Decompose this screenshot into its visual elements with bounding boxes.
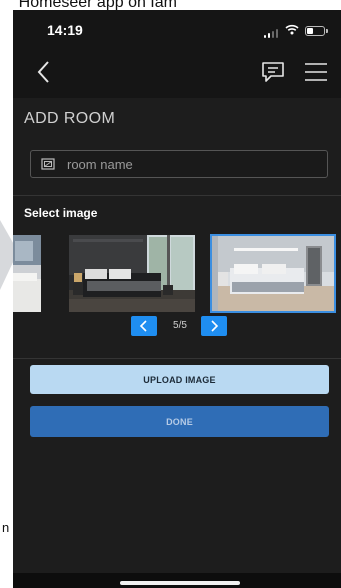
cellular-signal-icon [264, 29, 278, 38]
partial-room-image[interactable] [13, 235, 41, 312]
chevron-left-icon [139, 320, 147, 332]
done-button[interactable]: DONE [30, 406, 329, 437]
section-divider [13, 358, 341, 359]
phone-screen: 14:19 ADD ROOM room name Select image 5/… [13, 10, 341, 588]
upload-image-button[interactable]: UPLOAD IMAGE [30, 365, 329, 394]
left-edge-glyph: n [2, 520, 10, 535]
dark-bedroom-image[interactable] [69, 235, 195, 312]
chat-button[interactable] [260, 60, 286, 84]
hamburger-menu-icon [305, 63, 327, 81]
home-indicator[interactable] [120, 581, 240, 585]
previous-image-button[interactable] [131, 316, 157, 336]
menu-button[interactable] [303, 61, 329, 83]
page-counter: 5/5 [173, 320, 187, 331]
room-name-input[interactable] [65, 155, 327, 173]
status-bar: 14:19 [13, 10, 341, 50]
status-time: 14:19 [47, 22, 83, 38]
section-divider [13, 195, 341, 196]
room-name-field[interactable] [30, 150, 328, 178]
page-caption-text: or Homeseer app on Iam [0, 0, 177, 10]
chevron-right-icon [211, 320, 219, 332]
page-title: ADD ROOM [24, 110, 116, 127]
add-room-panel: ADD ROOM Select image [13, 98, 341, 573]
battery-icon [305, 26, 328, 36]
back-button[interactable] [33, 58, 57, 86]
left-background [0, 0, 13, 588]
image-pager: 5/5 [13, 316, 341, 338]
wifi-icon [285, 24, 299, 35]
select-image-label: Select image [24, 206, 98, 220]
top-navigation-bar [13, 50, 341, 98]
image-frame-icon [41, 158, 55, 170]
next-image-button[interactable] [201, 316, 227, 336]
chat-bubble-icon [262, 62, 284, 82]
chevron-left-icon [37, 61, 49, 83]
white-bedroom-image[interactable] [210, 234, 336, 313]
home-bar-area [13, 573, 341, 588]
